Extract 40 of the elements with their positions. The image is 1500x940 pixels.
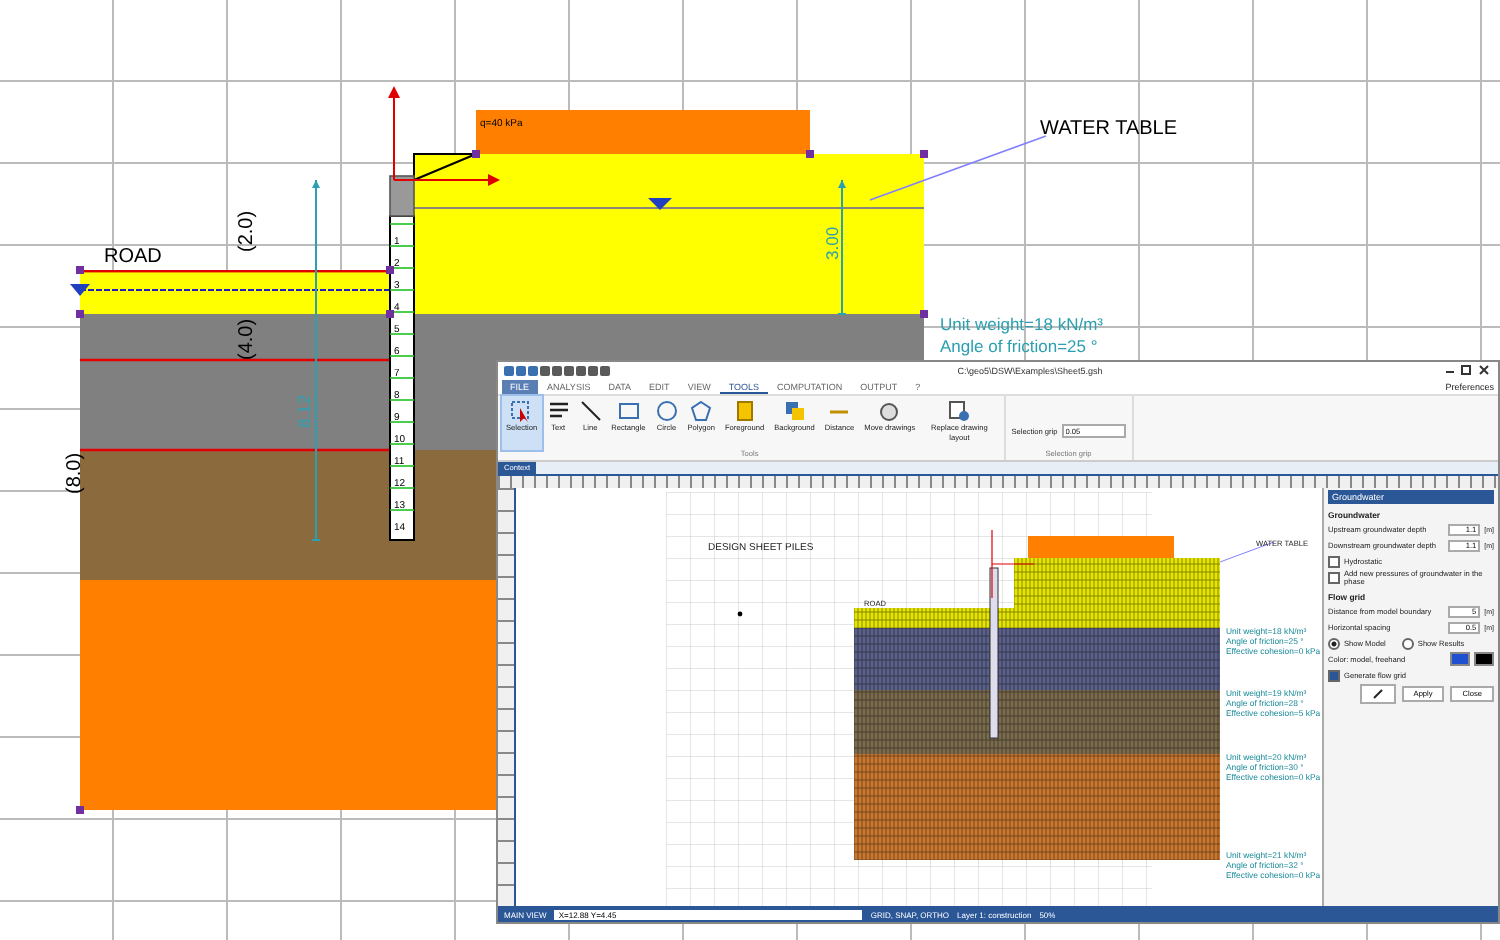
vertex-marker <box>76 266 84 274</box>
selection-icon <box>510 400 533 422</box>
vertex-marker <box>386 266 394 274</box>
vertex-marker <box>920 150 928 158</box>
radio-button[interactable] <box>1401 637 1414 649</box>
water-table-icon <box>70 284 90 296</box>
dimension-label: 3.00 <box>822 226 842 260</box>
text-icon <box>547 400 570 422</box>
water-table-icon <box>648 198 672 210</box>
vertex-marker <box>386 310 394 318</box>
axis-drawing <box>991 529 1035 599</box>
vertex-marker <box>806 150 814 158</box>
polygon-icon <box>690 400 713 422</box>
line-icon <box>579 400 602 422</box>
checkbox[interactable] <box>1328 669 1340 681</box>
axis-drawing <box>388 86 500 186</box>
layer-depth-label: (4.0) <box>236 318 258 360</box>
checkbox[interactable] <box>1328 555 1340 567</box>
layer-depth-label: (2.0) <box>236 210 258 252</box>
road-label: ROAD <box>104 246 162 268</box>
slope-line <box>413 153 477 182</box>
soil-property-label: Unit weight=18 kN/m³ <box>940 314 1103 334</box>
layer-depth-label: (8.0) <box>64 452 86 494</box>
point-marker <box>737 611 743 617</box>
checkbox[interactable] <box>1328 572 1340 584</box>
water-table-label: WATER TABLE <box>1040 118 1178 140</box>
circle-icon <box>655 400 678 422</box>
vertex-marker <box>472 150 480 158</box>
dimension-line <box>837 179 847 315</box>
radio-button[interactable] <box>1328 637 1340 649</box>
quick-access-icons[interactable] <box>504 363 616 377</box>
window-controls-icon[interactable] <box>1444 364 1492 376</box>
dimension-label: 8.12 <box>294 394 314 428</box>
soil-property-label: Angle of friction=25 ° <box>940 336 1098 356</box>
vertex-marker <box>920 310 928 318</box>
vertex-marker <box>76 310 84 318</box>
vertex-marker <box>76 806 84 814</box>
rectangle-icon <box>617 400 640 422</box>
pencil-icon <box>1371 688 1384 700</box>
edit-button[interactable] <box>1359 684 1396 704</box>
